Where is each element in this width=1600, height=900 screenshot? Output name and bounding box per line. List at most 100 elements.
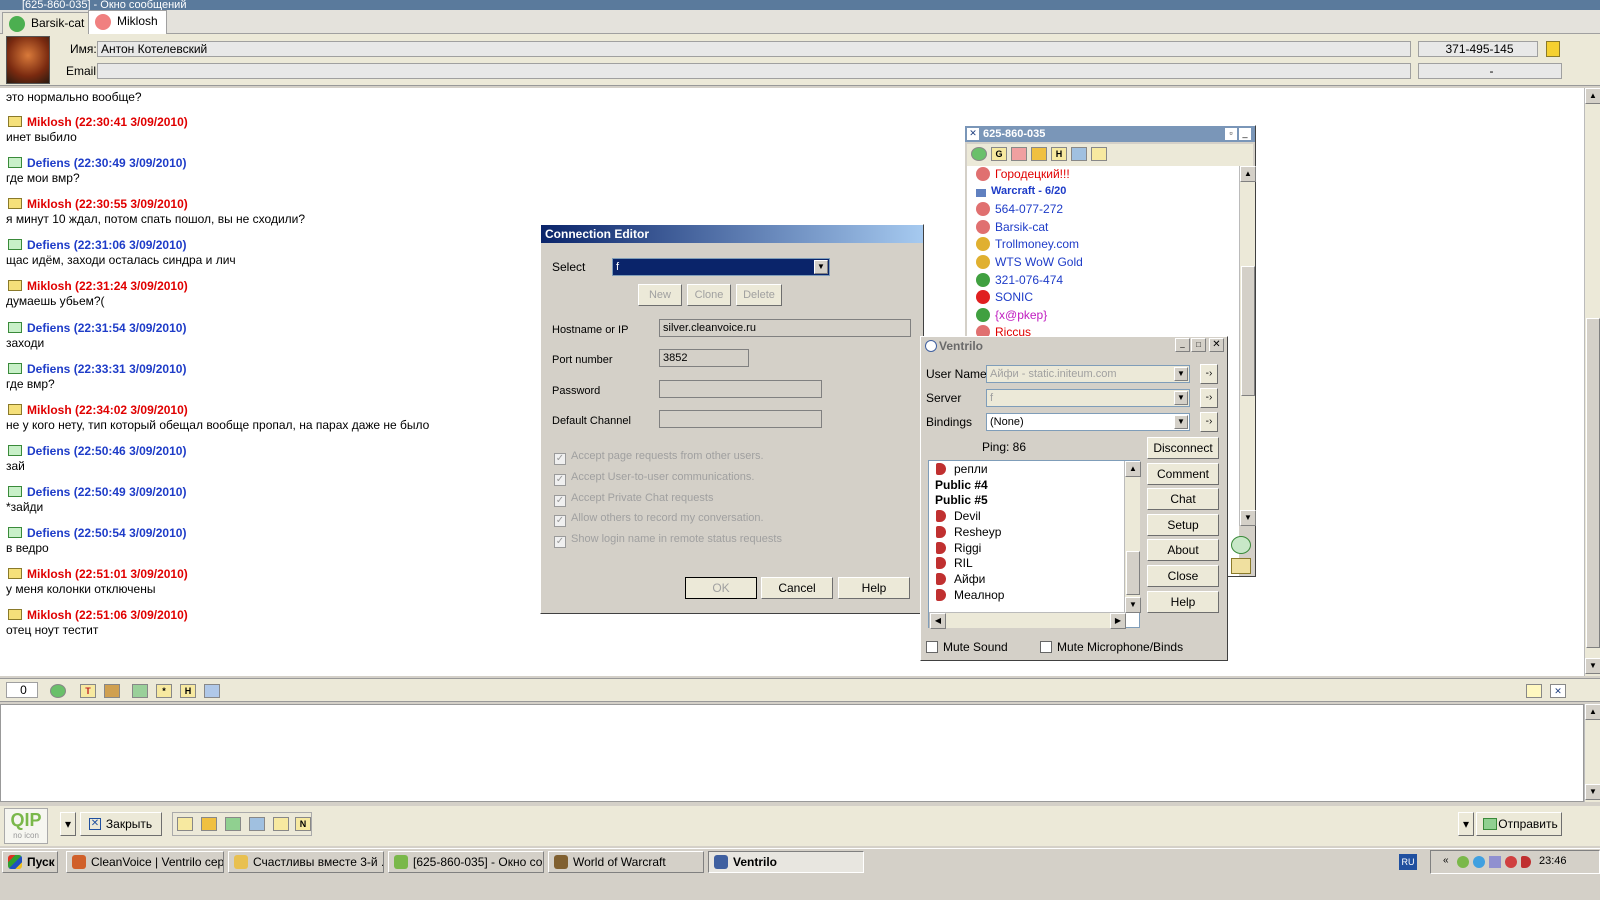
chat-button[interactable]: Chat (1147, 488, 1219, 511)
chevron-down-icon[interactable]: ▼ (814, 260, 828, 274)
contact-item[interactable]: WTS WoW Gold (976, 255, 1083, 269)
help-button[interactable]: Help (1147, 590, 1219, 613)
taskbar-item[interactable]: Счастливы вместе 3-й ... (228, 851, 384, 873)
plugin-icon[interactable] (1071, 147, 1087, 161)
info-icon[interactable] (225, 817, 241, 831)
channel-scrollbar-h[interactable]: ◀ ▶ (929, 612, 1126, 629)
tab-barsik-cat[interactable]: Barsik-cat (2, 12, 94, 34)
note-icon[interactable] (1546, 41, 1560, 57)
quote-icon[interactable] (177, 817, 193, 831)
taskbar-item[interactable]: Ventrilo (708, 851, 864, 873)
option-show-login[interactable]: ✓ Show login name in remote status reques… (554, 533, 782, 548)
smile-icon[interactable] (1031, 147, 1047, 161)
comment-button[interactable]: Comment (1147, 462, 1219, 485)
status-icon[interactable] (971, 147, 987, 161)
scroll-down-icon[interactable]: ▼ (1240, 510, 1256, 526)
template-icon[interactable] (201, 817, 217, 831)
input-scrollbar[interactable]: ▲ ▼ (1584, 704, 1600, 802)
help-button[interactable]: Help (838, 577, 910, 599)
history-icon[interactable]: H (1051, 147, 1067, 161)
port-input[interactable]: 3852 (659, 349, 749, 367)
server-arrow-button[interactable]: -› (1200, 388, 1218, 408)
file-icon[interactable] (273, 817, 289, 831)
restore-icon[interactable]: ▫ (1225, 128, 1237, 140)
antivirus-icon[interactable] (1505, 856, 1517, 868)
close-button[interactable]: Close (1147, 565, 1219, 587)
wand-icon[interactable] (104, 684, 120, 698)
contact-group[interactable]: Warcraft - 6/20 (976, 185, 1066, 197)
monitor-icon[interactable] (1489, 856, 1501, 868)
delete-button[interactable]: Delete (736, 284, 782, 306)
default-channel-input[interactable] (659, 410, 822, 428)
mute-sound-checkbox[interactable]: Mute Sound (926, 640, 1008, 654)
server-combo[interactable]: f ▼ (986, 389, 1190, 407)
send-options-button[interactable]: ▾ (1458, 812, 1474, 836)
group-icon[interactable]: G (991, 147, 1007, 161)
language-indicator[interactable]: RU (1399, 854, 1417, 870)
option-page-requests[interactable]: ✓ Accept page requests from other users. (554, 450, 764, 465)
user-item[interactable]: RIL (936, 556, 973, 570)
scroll-up-icon[interactable]: ▲ (1585, 88, 1600, 104)
tab-miklosh[interactable]: Miklosh (88, 10, 167, 34)
user-name-combo[interactable]: Айфи - static.initeum.com ▼ (986, 365, 1190, 383)
close-button[interactable]: ✕ Закрыть (80, 812, 162, 836)
puzzle-icon[interactable] (249, 817, 265, 831)
scroll-down-icon[interactable]: ▼ (1125, 597, 1141, 613)
option-private-chat[interactable]: ✓ Accept Private Chat requests (554, 492, 713, 507)
scroll-right-icon[interactable]: ▶ (1110, 613, 1126, 629)
minimize-icon[interactable]: _ (1175, 338, 1190, 352)
smile-icon[interactable]: * (156, 684, 172, 698)
status-icon[interactable] (50, 684, 66, 698)
clone-button[interactable]: Clone (687, 284, 731, 306)
channel-item[interactable]: Public #4 (935, 478, 988, 492)
new-button[interactable]: New (638, 284, 682, 306)
contact-scrollbar[interactable]: ▲ ▼ (1239, 166, 1256, 526)
close-icon[interactable]: ✕ (1209, 338, 1224, 352)
scroll-thumb[interactable] (1586, 318, 1600, 648)
mute-mic-checkbox[interactable]: Mute Microphone/Binds (1040, 640, 1183, 654)
volume-icon[interactable] (1521, 856, 1531, 868)
network-icon[interactable] (1473, 856, 1485, 868)
save-icon[interactable] (132, 684, 148, 698)
disconnect-button[interactable]: Disconnect (1147, 437, 1219, 459)
scroll-up-icon[interactable]: ▲ (1240, 166, 1256, 182)
help-icon[interactable] (1231, 536, 1251, 554)
user-item[interactable]: Riggi (936, 541, 981, 555)
info-icon[interactable] (1091, 147, 1107, 161)
contact-item[interactable]: 321-076-474 (976, 272, 1063, 287)
channel-item[interactable]: Public #5 (935, 493, 988, 507)
minimize-icon[interactable]: _ (1239, 128, 1251, 140)
bindings-combo[interactable]: (None) ▼ (986, 413, 1190, 431)
user-item[interactable]: Меалнор (936, 588, 1004, 602)
user-item[interactable]: репли (936, 462, 988, 476)
user-item[interactable]: Айфи (936, 572, 985, 586)
start-button[interactable]: Пуск (2, 851, 58, 873)
scroll-down-icon[interactable]: ▼ (1585, 784, 1600, 800)
contact-item[interactable]: 564-077-272 (976, 202, 1063, 217)
menu-dropdown-button[interactable]: ▾ (60, 812, 76, 836)
chat-scrollbar[interactable]: ▲ ▼ (1584, 88, 1600, 676)
user-name-arrow-button[interactable]: -› (1200, 364, 1218, 384)
privacy-icon[interactable] (1011, 147, 1027, 161)
channel-scrollbar-v[interactable]: ▲ ▼ (1124, 461, 1141, 613)
taskbar-item[interactable]: World of Warcraft (548, 851, 704, 873)
scroll-thumb[interactable] (1241, 266, 1255, 396)
qip-tray-icon[interactable] (1457, 856, 1469, 868)
contact-item[interactable]: {x@pkep} (976, 307, 1047, 322)
contact-item[interactable]: Городецкий!!! (976, 167, 1070, 181)
taskbar-item[interactable]: [625-860-035] - Окно со... (388, 851, 544, 873)
new-note-icon[interactable] (1526, 684, 1542, 698)
ok-button[interactable]: OK (685, 577, 757, 599)
close-icon[interactable]: ✕ (1550, 684, 1566, 698)
about-button[interactable]: About (1147, 539, 1219, 562)
contact-item[interactable]: SONIC (976, 290, 1033, 305)
close-icon[interactable]: ✕ (967, 128, 979, 140)
taskbar-item[interactable]: CleanVoice | Ventrilo сер... (66, 851, 224, 873)
cancel-button[interactable]: Cancel (761, 577, 833, 599)
bindings-arrow-button[interactable]: -› (1200, 412, 1218, 432)
contact-item[interactable]: Barsik-cat (976, 219, 1048, 234)
scroll-thumb[interactable] (1126, 551, 1140, 595)
password-input[interactable] (659, 380, 822, 398)
maximize-icon[interactable]: □ (1191, 338, 1206, 352)
history-icon[interactable]: H (180, 684, 196, 698)
